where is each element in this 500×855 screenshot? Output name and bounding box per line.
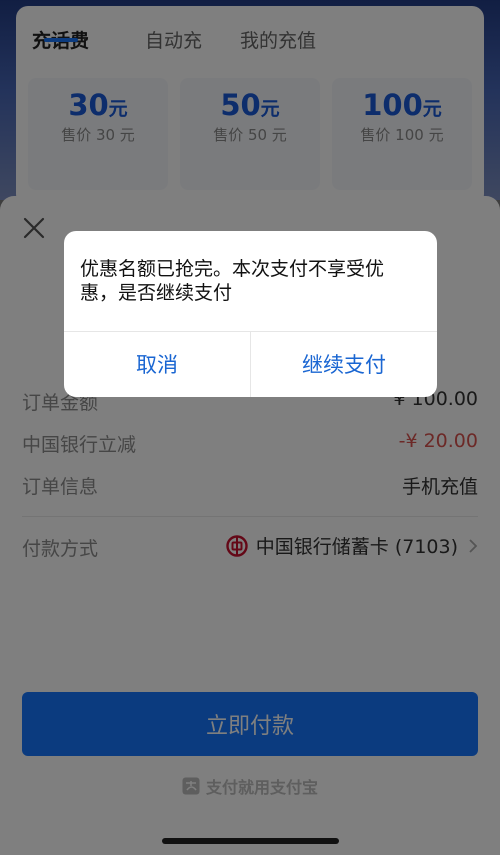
modal-backdrop[interactable] — [0, 0, 500, 855]
cancel-button[interactable]: 取消 — [64, 331, 250, 397]
continue-pay-button[interactable]: 继续支付 — [251, 331, 437, 397]
dialog-message: 优惠名额已抢完。本次支付不享受优惠，是否继续支付 — [80, 258, 385, 304]
alert-dialog: 优惠名额已抢完。本次支付不享受优惠，是否继续支付 取消 继续支付 — [64, 231, 437, 397]
home-indicator[interactable] — [162, 838, 339, 844]
